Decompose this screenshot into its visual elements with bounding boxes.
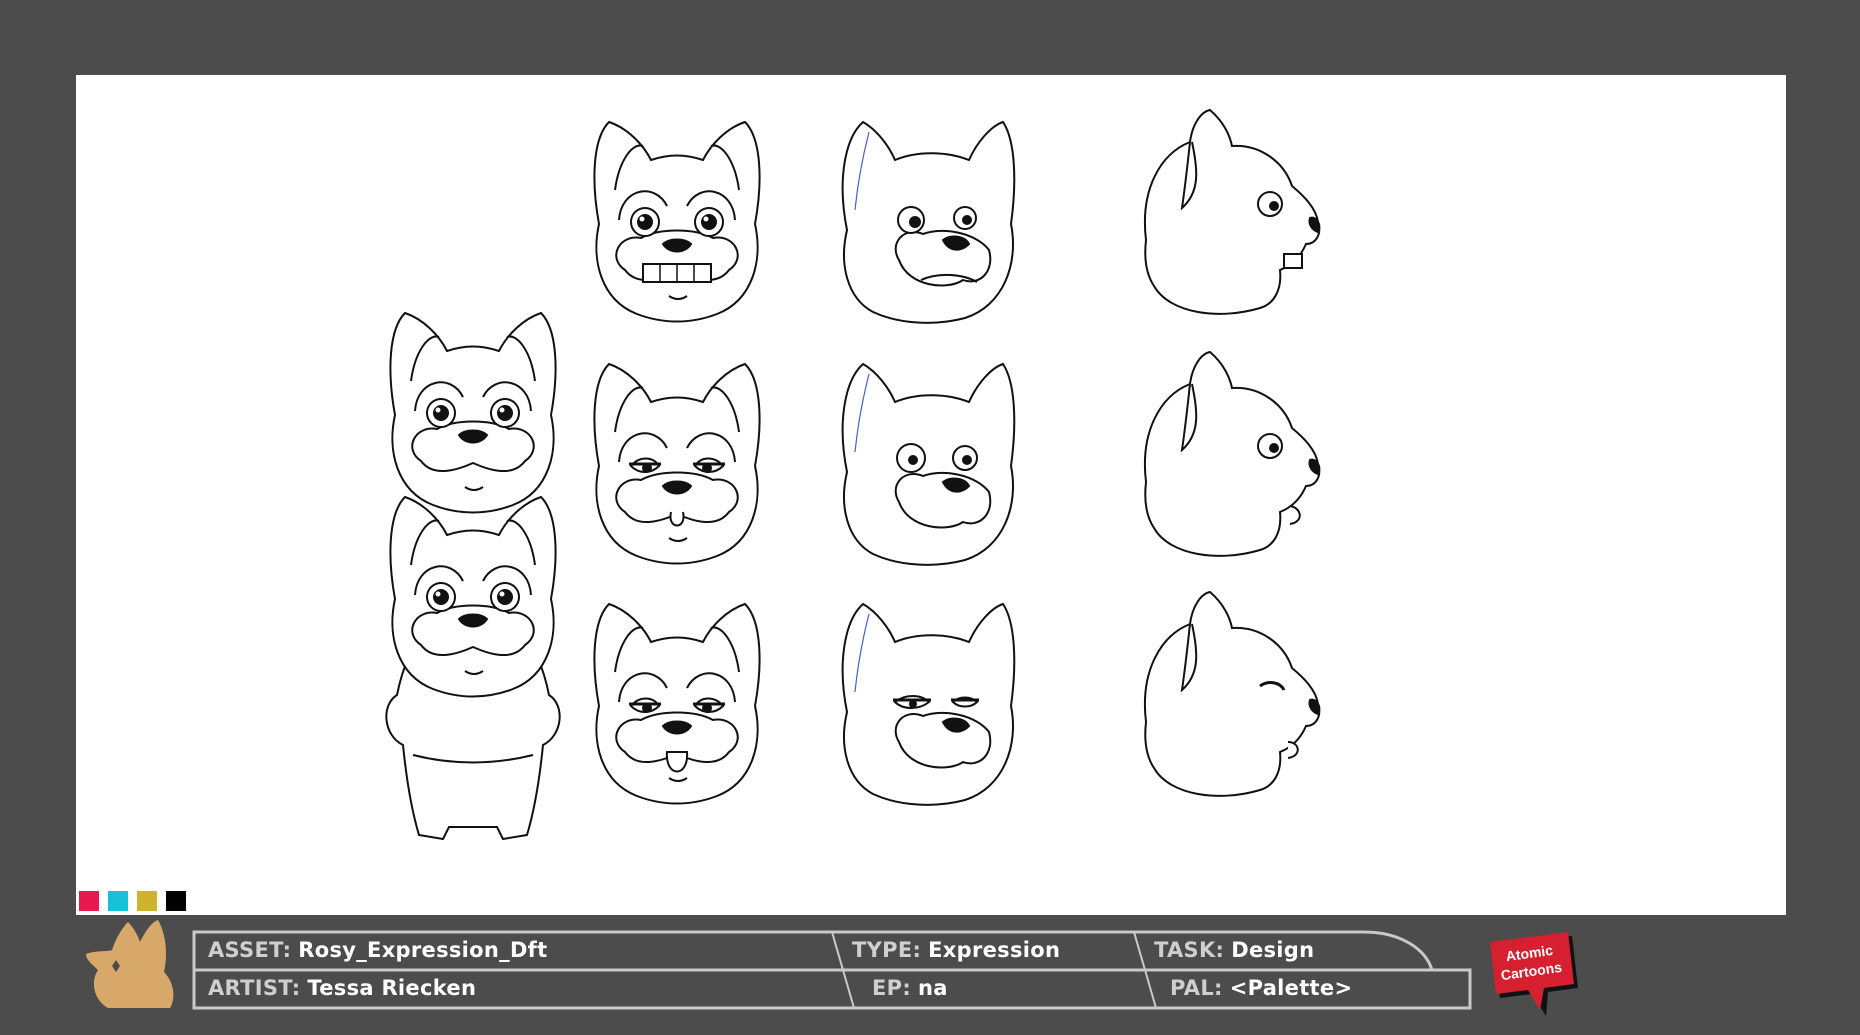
expression-side-kiss [1143, 591, 1321, 797]
expression-side-pout [1143, 351, 1321, 557]
pal-field: PAL: <Palette> [1170, 976, 1352, 1000]
ep-value: na [918, 976, 948, 1000]
expression-sheet-drawing [385, 109, 1321, 841]
type-label: TYPE: [852, 938, 922, 962]
atomic-cartoons-logo: Atomic Cartoons [1490, 932, 1578, 1016]
ep-field: EP: na [872, 976, 948, 1000]
swatch-black [166, 891, 186, 911]
full-body-front [385, 496, 561, 841]
asset-label: ASSET: [208, 938, 292, 962]
swatch-red [79, 891, 99, 911]
color-swatches [79, 891, 186, 911]
pal-label: PAL: [1170, 976, 1223, 1000]
artist-field: ARTIST: Tessa Riecken [208, 976, 476, 1000]
asset-info-panel: ASSET: Rosy_Expression_Dft TYPE: Express… [192, 930, 1472, 1010]
type-field: TYPE: Expression [852, 938, 1060, 962]
expression-front-bored [593, 363, 761, 565]
swatch-gold [137, 891, 157, 911]
ep-label: EP: [872, 976, 912, 1000]
asset-field: ASSET: Rosy_Expression_Dft [208, 938, 547, 962]
asset-value: Rosy_Expression_Dft [298, 938, 548, 962]
task-label: TASK: [1154, 938, 1225, 962]
expression-side-teeth [1143, 109, 1321, 315]
expression-front-shocked [593, 121, 761, 323]
type-value: Expression [928, 938, 1061, 962]
expression-3q-surprised [841, 363, 1016, 566]
artist-value: Tessa Riecken [307, 976, 477, 1000]
task-field: TASK: Design [1154, 938, 1314, 962]
expression-3q-worried [841, 121, 1016, 324]
expression-3q-smug [841, 603, 1016, 806]
dog-head-icon [86, 920, 174, 1008]
artboard [76, 75, 1786, 915]
expression-front-goofy [593, 603, 761, 805]
artist-label: ARTIST: [208, 976, 301, 1000]
pal-value: <Palette> [1229, 976, 1353, 1000]
swatch-cyan [108, 891, 128, 911]
task-value: Design [1231, 938, 1315, 962]
front-head-neutral [389, 312, 557, 514]
